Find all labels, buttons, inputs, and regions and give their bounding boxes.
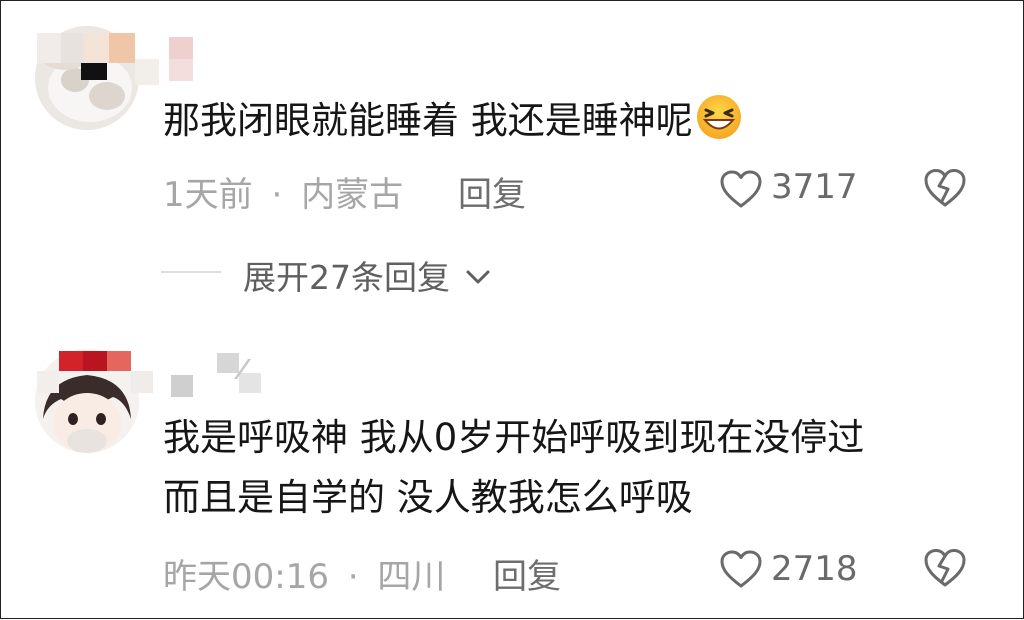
like-count: 2718 — [771, 549, 858, 589]
comment-meta: 1天前 · 内蒙古 — [163, 167, 403, 216]
comment-text: 我是呼吸神 我从0岁开始呼吸到现在没停过 而且是自学的 没人教我怎么呼吸 — [163, 408, 864, 528]
comment-list: 那我闭眼就能睡着 我还是睡神呢 1天前 · 内蒙古 回复 3717 展开27条回… — [0, 0, 1024, 619]
meta-separator: · — [347, 557, 359, 597]
meta-separator: · — [271, 175, 283, 215]
comment-location: 内蒙古 — [301, 175, 404, 215]
comment-text-line: 那我闭眼就能睡着 我还是睡神呢 — [163, 99, 693, 142]
chevron-down-icon — [465, 255, 491, 294]
comment-time: 1天前 — [163, 175, 253, 215]
heart-outline-icon[interactable] — [719, 169, 763, 209]
comment-meta: 昨天00:16 · 四川 — [163, 549, 445, 598]
comment-location: 四川 — [377, 557, 446, 597]
comment-item: 我是呼吸神 我从0岁开始呼吸到现在没停过 而且是自学的 没人教我怎么呼吸 昨天0… — [1, 341, 1023, 620]
like-count: 3717 — [771, 167, 858, 207]
comment-item: 那我闭眼就能睡着 我还是睡神呢 1天前 · 内蒙古 回复 3717 展开27条回… — [1, 1, 1023, 301]
broken-heart-icon[interactable] — [923, 547, 967, 589]
grinning-squinting-face-icon — [695, 93, 743, 141]
reply-button[interactable]: 回复 — [458, 167, 526, 216]
broken-heart-icon[interactable] — [923, 167, 967, 209]
comment-text: 那我闭眼就能睡着 我还是睡神呢 — [163, 91, 743, 151]
comment-text-line: 而且是自学的 没人教我怎么呼吸 — [163, 476, 693, 519]
expand-replies-label: 展开27条回复 — [243, 258, 450, 297]
heart-outline-icon[interactable] — [719, 549, 763, 589]
divider — [161, 271, 221, 273]
reply-button[interactable]: 回复 — [493, 549, 561, 598]
expand-replies-button[interactable]: 展开27条回复 — [243, 251, 491, 299]
comment-time: 昨天00:16 — [163, 557, 329, 597]
comment-text-line: 我是呼吸神 我从0岁开始呼吸到现在没停过 — [163, 416, 865, 459]
